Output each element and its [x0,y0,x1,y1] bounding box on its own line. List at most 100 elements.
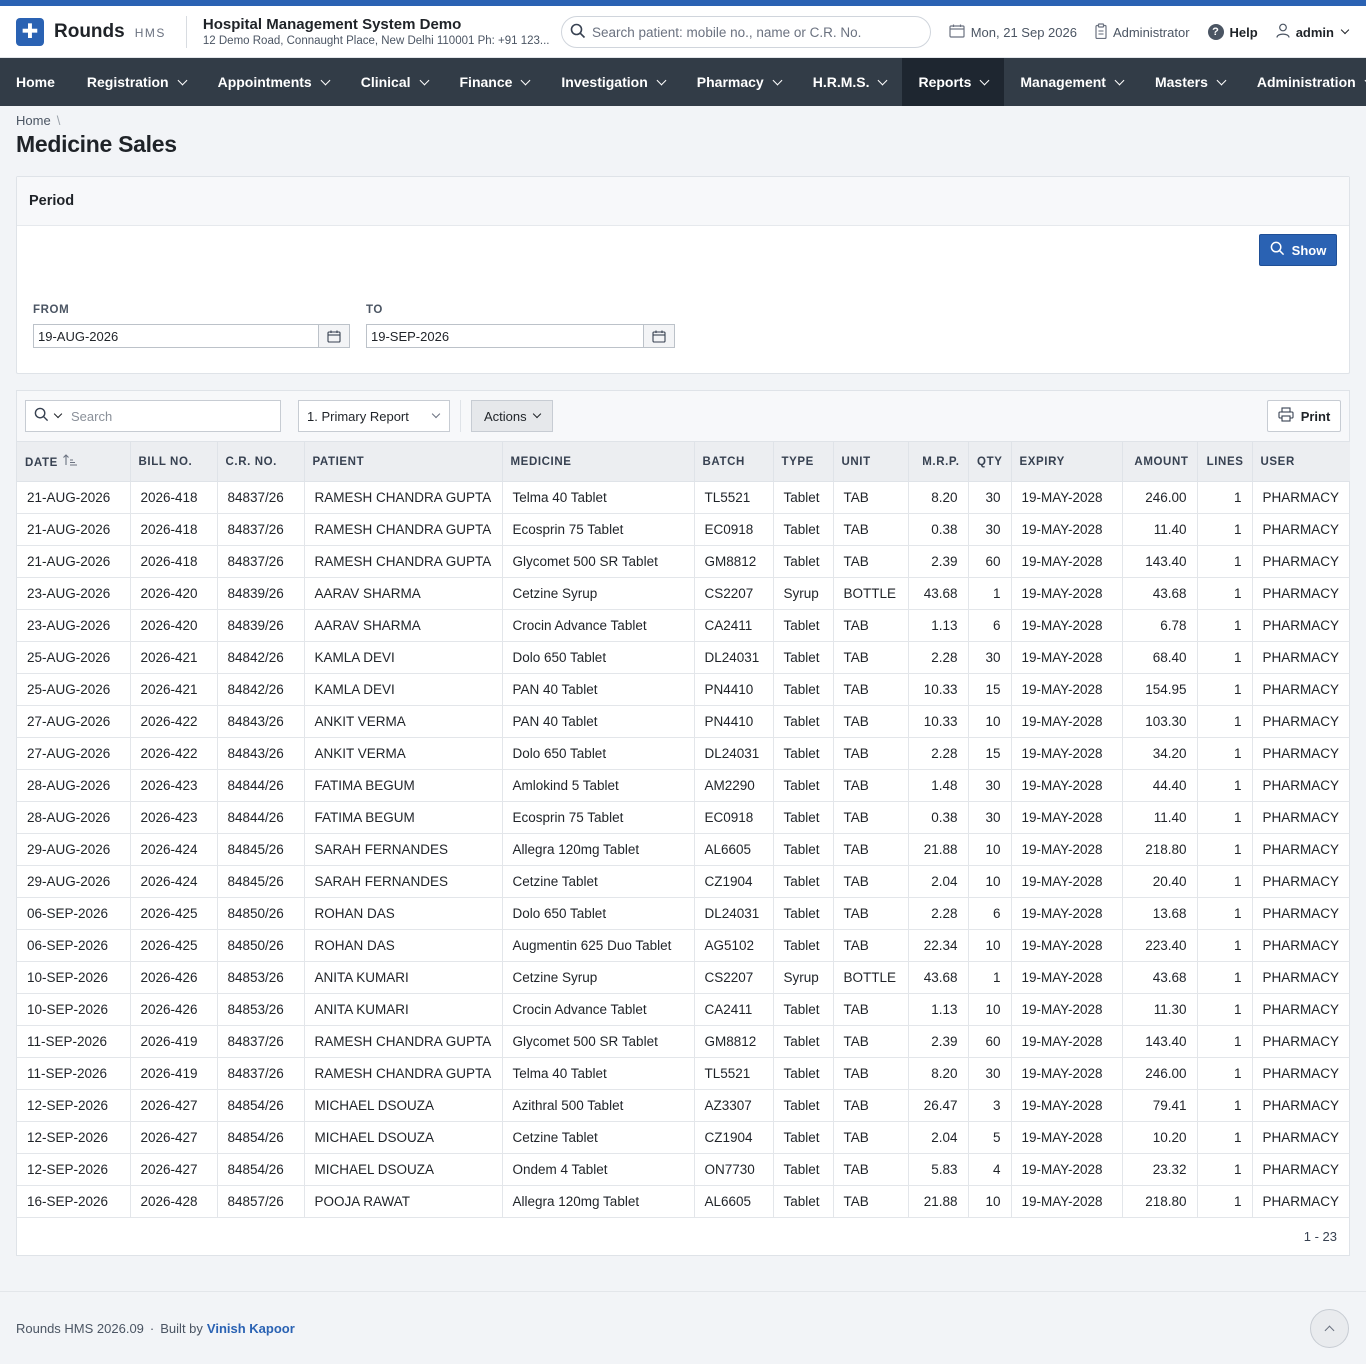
cell-qty: 6 [968,897,1012,930]
cell-amount: 10.20 [1122,1121,1198,1154]
cell-mrp: 8.20 [908,481,969,514]
cell-medicine: PAN 40 Tablet [502,705,695,738]
col-mrp[interactable]: M.R.P. [908,441,969,482]
cell-medicine: Dolo 650 Tablet [502,641,695,674]
col-amount[interactable]: AMOUNT [1122,441,1198,482]
cell-bill-no: 2026-427 [130,1153,218,1186]
cell-qty: 30 [968,801,1012,834]
col-type[interactable]: TYPE [773,441,834,482]
nav-hrms[interactable]: H.R.M.S. [797,58,903,106]
col-batch[interactable]: BATCH [694,441,774,482]
nav-masters[interactable]: Masters [1139,58,1241,106]
to-date-input[interactable] [366,324,644,348]
col-qty[interactable]: QTY [968,441,1012,482]
cell-medicine: Ecosprin 75 Tablet [502,513,695,546]
cell-user: PHARMACY [1252,737,1350,770]
cell-amount: 103.30 [1122,705,1198,738]
table-row[interactable]: 16-SEP-2026 2026-428 84857/26 POOJA RAWAT Al… [17,1185,1350,1218]
table-row[interactable]: 12-SEP-2026 2026-427 84854/26 MICHAEL DSOUZ… [17,1121,1350,1154]
col-date[interactable]: DATE [17,441,131,482]
nav-finance[interactable]: Finance [444,58,546,106]
col-patient[interactable]: PATIENT [304,441,503,482]
col-bill-no[interactable]: BILL NO. [130,441,218,482]
table-row[interactable]: 11-SEP-2026 2026-419 84837/26 RAMESH CHANDR… [17,1025,1350,1058]
brand-name[interactable]: Rounds [54,21,125,43]
chevron-down-icon [532,409,541,419]
table-row[interactable]: 27-AUG-2026 2026-422 84843/26 ANKIT VERMA PA… [17,705,1350,738]
user-menu[interactable]: admin [1276,23,1350,41]
sort-ascending-icon[interactable] [62,454,78,469]
col-expiry[interactable]: EXPIRY [1011,441,1123,482]
actions-button[interactable]: Actions [471,400,553,432]
table-row[interactable]: 06-SEP-2026 2026-425 84850/26 ROHAN DAS Dolo… [17,897,1350,930]
nav-clinical[interactable]: Clinical [345,58,444,106]
col-unit[interactable]: UNIT [833,441,909,482]
cell-mrp: 5.83 [908,1153,969,1186]
table-row[interactable]: 11-SEP-2026 2026-419 84837/26 RAMESH CHANDR… [17,1057,1350,1090]
grid-search-box[interactable] [25,400,281,432]
table-row[interactable]: 28-AUG-2026 2026-423 84844/26 FATIMA BEGUM A… [17,769,1350,802]
role-switcher[interactable]: Administrator [1095,22,1190,42]
cell-lines: 1 [1197,545,1253,578]
search-icon[interactable] [34,407,49,425]
hospital-plus-icon[interactable]: ✚ [16,17,44,46]
table-row[interactable]: 06-SEP-2026 2026-425 84850/26 ROHAN DAS Augm… [17,929,1350,962]
table-row[interactable]: 25-AUG-2026 2026-421 84842/26 KAMLA DEVI Dol… [17,641,1350,674]
help-link[interactable]: ? Help [1207,24,1258,40]
col-user[interactable]: USER [1252,441,1350,482]
table-row[interactable]: 21-AUG-2026 2026-418 84837/26 RAMESH CHANDR… [17,481,1350,514]
table-row[interactable]: 10-SEP-2026 2026-426 84853/26 ANITA KUMARI C… [17,961,1350,994]
table-row[interactable]: 10-SEP-2026 2026-426 84853/26 ANITA KUMARI C… [17,993,1350,1026]
footer-author-link[interactable]: Vinish Kapoor [207,1321,295,1336]
from-date-input[interactable] [33,324,319,348]
nav-reports[interactable]: Reports [902,58,1005,106]
cell-mrp: 26.47 [908,1089,969,1122]
table-row[interactable]: 25-AUG-2026 2026-421 84842/26 KAMLA DEVI PAN… [17,673,1350,706]
nav-management[interactable]: Management [1004,58,1139,106]
to-calendar-icon[interactable] [644,324,675,348]
cell-medicine: Allegra 120mg Tablet [502,833,695,866]
patient-search-input[interactable] [592,24,912,40]
table-row[interactable]: 29-AUG-2026 2026-424 84845/26 SARAH FERNAND… [17,865,1350,898]
table-row[interactable]: 21-AUG-2026 2026-418 84837/26 RAMESH CHANDR… [17,513,1350,546]
patient-search-box[interactable] [561,16,931,48]
report-select[interactable]: 1. Primary Report [298,400,450,432]
nav-investigation[interactable]: Investigation [545,58,680,106]
cell-lines: 1 [1197,737,1253,770]
cell-cr-no: 84854/26 [217,1121,305,1154]
cell-date: 11-SEP-2026 [17,1025,131,1058]
table-row[interactable]: 28-AUG-2026 2026-423 84844/26 FATIMA BEGUM E… [17,801,1350,834]
scroll-to-top-button[interactable] [1310,1309,1349,1348]
cell-type: Tablet [773,673,834,706]
cell-qty: 10 [968,929,1012,962]
nav-administration[interactable]: Administration [1241,58,1366,106]
user-name[interactable]: admin [1296,25,1334,40]
print-button[interactable]: Print [1267,400,1341,432]
table-row[interactable]: 12-SEP-2026 2026-427 84854/26 MICHAEL DSOUZ… [17,1153,1350,1186]
table-row[interactable]: 23-AUG-2026 2026-420 84839/26 AARAV SHARMA C… [17,609,1350,642]
col-medicine[interactable]: MEDICINE [502,441,695,482]
nav-registration[interactable]: Registration [71,58,202,106]
nav-appointments[interactable]: Appointments [202,58,345,106]
nav-pharmacy[interactable]: Pharmacy [681,58,797,106]
nav-home[interactable]: Home [0,58,71,106]
table-row[interactable]: 27-AUG-2026 2026-422 84843/26 ANKIT VERMA Do… [17,737,1350,770]
cell-cr-no: 84837/26 [217,1057,305,1090]
table-row[interactable]: 29-AUG-2026 2026-424 84845/26 SARAH FERNAND… [17,833,1350,866]
cell-unit: TAB [833,673,909,706]
chevron-down-icon[interactable] [53,409,63,419]
cell-mrp: 21.88 [908,833,969,866]
grid-search-input[interactable] [71,408,271,424]
help-label[interactable]: Help [1230,25,1258,40]
from-calendar-icon[interactable] [319,324,350,348]
table-row[interactable]: 12-SEP-2026 2026-427 84854/26 MICHAEL DSOUZ… [17,1089,1350,1122]
brand-sub: HMS [134,25,166,40]
table-row[interactable]: 21-AUG-2026 2026-418 84837/26 RAMESH CHANDR… [17,545,1350,578]
col-lines[interactable]: LINES [1197,441,1253,482]
breadcrumb-home[interactable]: Home [16,113,51,128]
table-row[interactable]: 23-AUG-2026 2026-420 84839/26 AARAV SHARMA C… [17,577,1350,610]
col-cr-no[interactable]: C.R. NO. [217,441,305,482]
cell-patient: RAMESH CHANDRA GUPTA [304,513,503,546]
role-label[interactable]: Administrator [1113,25,1190,40]
show-button[interactable]: Show [1259,234,1337,266]
